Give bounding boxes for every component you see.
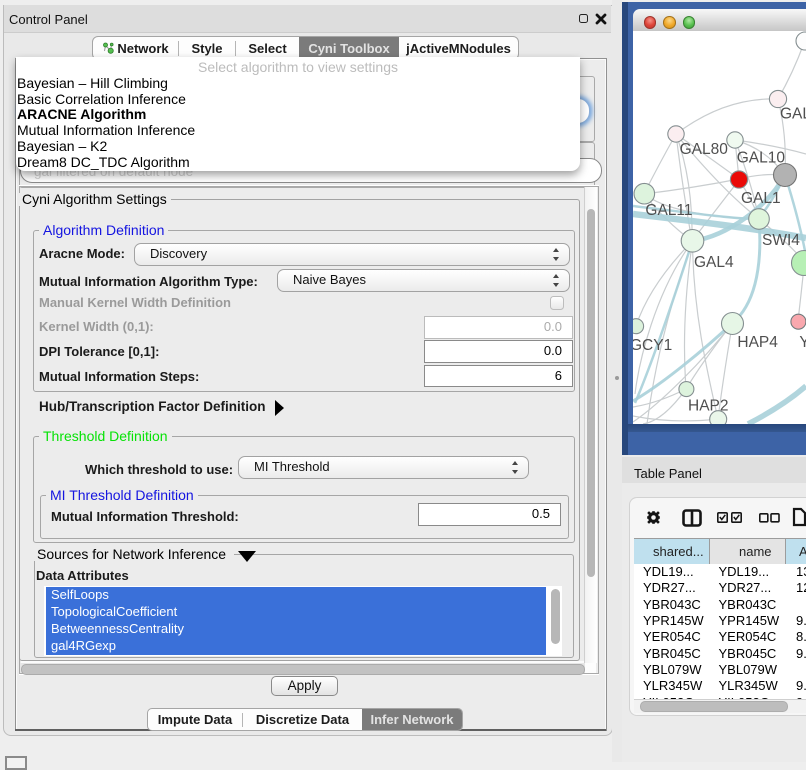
svg-text:HAP4: HAP4: [737, 334, 778, 351]
svg-text:HAP2: HAP2: [688, 398, 729, 415]
svg-text:GAL11: GAL11: [645, 202, 692, 219]
svg-text:GAL4: GAL4: [694, 254, 734, 271]
svg-text:Y: Y: [799, 334, 806, 351]
svg-text:SWI4: SWI4: [762, 232, 800, 249]
svg-text:GAL1: GAL1: [741, 190, 781, 207]
svg-text:GAL10: GAL10: [737, 150, 786, 167]
svg-text:GAL2: GAL2: [780, 106, 806, 123]
svg-text:GCY1: GCY1: [633, 337, 672, 354]
svg-text:GAL80: GAL80: [680, 141, 729, 158]
